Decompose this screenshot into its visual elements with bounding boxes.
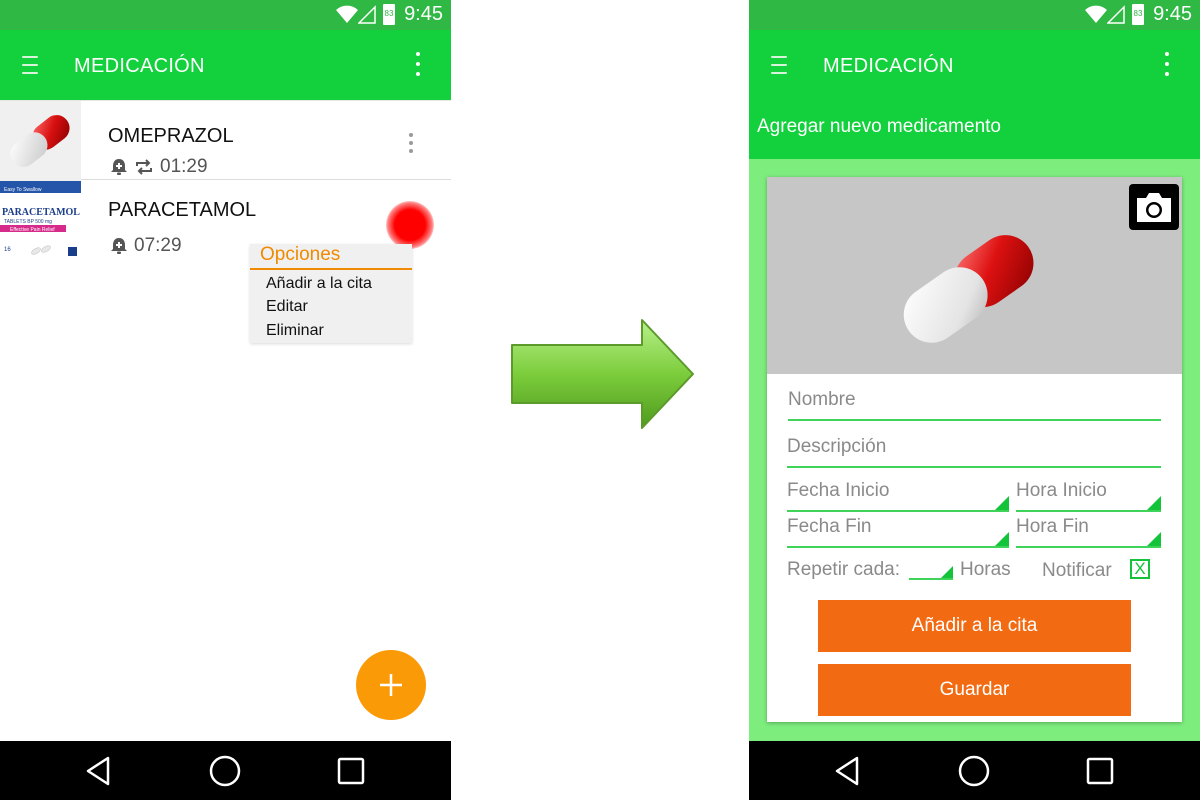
- box-brand-text: PARACETAMOL: [2, 207, 80, 218]
- app-title: MEDICACIÓN: [74, 55, 205, 77]
- menu-icon[interactable]: [771, 56, 787, 74]
- home-icon[interactable]: [208, 754, 242, 788]
- alarm-icon: [111, 238, 127, 254]
- recent-apps-icon[interactable]: [1083, 754, 1117, 788]
- status-time: 9:45: [404, 3, 443, 25]
- capsule-image: [10, 115, 70, 167]
- home-icon[interactable]: [957, 754, 991, 788]
- alarm-icon: [111, 159, 127, 175]
- medication-photo[interactable]: [767, 177, 1182, 374]
- recent-apps-icon[interactable]: [334, 754, 368, 788]
- description-placeholder: Descripción: [787, 436, 887, 457]
- medication-meta: 07:29: [110, 235, 182, 257]
- app-bar: MEDICACIÓN: [749, 30, 1200, 100]
- save-button[interactable]: Guardar: [818, 664, 1131, 716]
- add-icon: [380, 674, 402, 696]
- description-field[interactable]: Descripción: [787, 436, 1161, 468]
- medication-name: PARACETAMOL: [108, 199, 257, 221]
- medication-time: 07:29: [134, 235, 182, 256]
- popup-divider: [250, 268, 412, 270]
- paracetamol-box-image: Easy To Swallow PARACETAMOL TABLETS BP 5…: [0, 185, 81, 261]
- medication-meta: 01:29: [110, 156, 208, 178]
- overflow-icon[interactable]: [416, 52, 420, 78]
- name-field[interactable]: Nombre: [788, 389, 1161, 421]
- notify-label: Notificar: [1042, 560, 1112, 581]
- app-bar: MEDICACIÓN: [0, 30, 451, 100]
- signal-icon: [1107, 5, 1125, 24]
- menu-icon[interactable]: [22, 56, 38, 74]
- repeat-icon: [136, 159, 152, 175]
- box-count-text: 16: [4, 247, 11, 253]
- repeat-label: Repetir cada:: [787, 559, 901, 580]
- repeat-hours-input[interactable]: [909, 562, 953, 580]
- form-header: Agregar nuevo medicamento: [749, 100, 1200, 159]
- wifi-icon: [336, 5, 358, 23]
- end-time-field[interactable]: Hora Fin: [1016, 516, 1161, 548]
- battery-level: 83: [1133, 9, 1143, 18]
- box-sub-text: TABLETS BP 500 mg: [4, 219, 52, 225]
- navigation-bar: [749, 741, 1200, 800]
- status-bar: 83 9:45: [749, 0, 1200, 30]
- medication-time: 01:29: [160, 156, 208, 177]
- start-time-placeholder: Hora Inicio: [1016, 480, 1107, 501]
- start-time-field[interactable]: Hora Inicio: [1016, 480, 1161, 512]
- camera-button[interactable]: [1129, 184, 1179, 230]
- arrow-right-icon: [511, 319, 694, 429]
- app-title: MEDICACIÓN: [823, 55, 954, 77]
- notify-check-mark: X: [1134, 559, 1146, 578]
- menu-item-edit[interactable]: Editar: [266, 298, 308, 316]
- battery-icon: 83: [1132, 4, 1144, 25]
- camera-icon: [1137, 193, 1171, 222]
- battery-level: 83: [384, 9, 394, 18]
- notify-checkbox[interactable]: X: [1130, 559, 1150, 579]
- row-overflow-icon[interactable]: [409, 133, 413, 157]
- overflow-icon[interactable]: [1165, 52, 1169, 78]
- status-time: 9:45: [1153, 3, 1192, 25]
- medication-thumbnail: [0, 101, 81, 181]
- box-band-text: Effective Pain Relief: [10, 227, 55, 233]
- start-date-field[interactable]: Fecha Inicio: [787, 480, 1009, 512]
- back-icon[interactable]: [831, 754, 865, 788]
- capsule-image: [903, 235, 1034, 343]
- signal-icon: [358, 5, 376, 24]
- add-medication-button[interactable]: [356, 650, 426, 720]
- wifi-icon: [1085, 5, 1107, 23]
- add-to-appointment-button[interactable]: Añadir a la cita: [818, 600, 1131, 652]
- menu-item-add-to-appointment[interactable]: Añadir a la cita: [266, 275, 372, 293]
- form-title: Agregar nuevo medicamento: [757, 116, 1001, 137]
- options-popup: Opciones Añadir a la cita Editar Elimina…: [250, 244, 412, 343]
- menu-item-delete[interactable]: Eliminar: [266, 322, 324, 340]
- medication-form-card: Nombre Descripción Fecha Inicio Hora Ini…: [767, 177, 1182, 722]
- status-bar: 83 9:45: [0, 0, 451, 30]
- name-placeholder: Nombre: [788, 389, 856, 410]
- end-time-placeholder: Hora Fin: [1016, 516, 1089, 537]
- add-medication-screen: 83 9:45 MEDICACIÓN Agregar nuevo medicam…: [749, 0, 1200, 800]
- medication-row-omeprazol[interactable]: OMEPRAZOL 01:29: [0, 100, 451, 181]
- start-date-placeholder: Fecha Inicio: [787, 480, 890, 501]
- medication-list-screen: 83 9:45 MEDICACIÓN OMEPRAZOL 01:29 Easy …: [0, 0, 451, 800]
- medication-thumbnail: Easy To Swallow PARACETAMOL TABLETS BP 5…: [0, 181, 81, 261]
- back-icon[interactable]: [82, 754, 116, 788]
- touch-indicator: [386, 201, 434, 249]
- medication-name: OMEPRAZOL: [108, 125, 234, 147]
- box-top-text: Easy To Swallow: [4, 187, 42, 193]
- end-date-placeholder: Fecha Fin: [787, 516, 872, 537]
- battery-icon: 83: [383, 4, 395, 25]
- end-date-field[interactable]: Fecha Fin: [787, 516, 1009, 548]
- navigation-bar: [0, 741, 451, 800]
- popup-title: Opciones: [260, 244, 341, 265]
- hours-label: Horas: [960, 559, 1011, 580]
